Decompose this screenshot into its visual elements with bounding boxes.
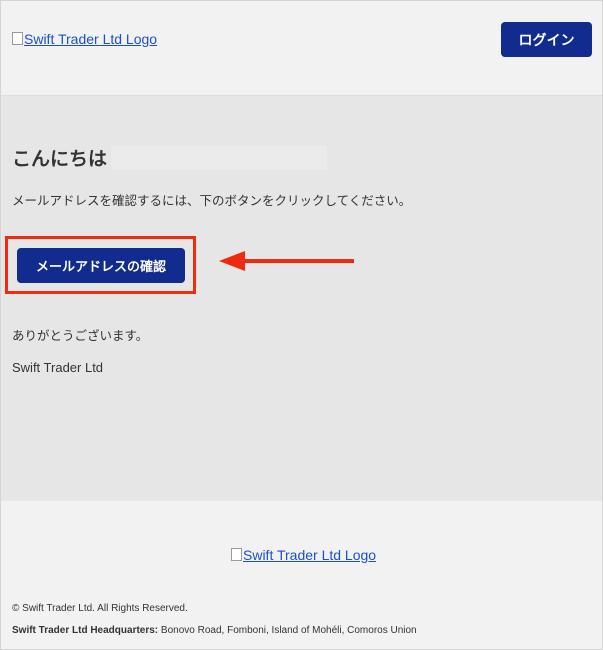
- confirm-email-button[interactable]: メールアドレスの確認: [17, 248, 185, 283]
- broken-image-icon: [12, 31, 23, 45]
- thanks-text: ありがとうございます。: [12, 328, 149, 343]
- headquarters-label: Swift Trader Ltd Headquarters:: [12, 625, 159, 636]
- email-frame: Swift Trader Ltd Logo ログイン こんにちは メールアドレス…: [0, 0, 603, 650]
- broken-image-icon: [231, 547, 242, 561]
- redacted-username: [111, 145, 328, 170]
- footer-logo-link[interactable]: Swift Trader Ltd Logo: [231, 547, 376, 563]
- login-button[interactable]: ログイン: [501, 22, 592, 57]
- left-arrow-icon: [219, 251, 354, 271]
- copyright-text: © Swift Trader Ltd. All Rights Reserved.: [12, 603, 188, 614]
- instruction-text: メールアドレスを確認するには、下のボタンをクリックしてください。: [12, 193, 412, 208]
- greeting-heading: こんにちは: [12, 144, 328, 171]
- headquarters-text: Swift Trader Ltd Headquarters: Bonovo Ro…: [12, 625, 417, 636]
- greeting-text: こんにちは: [12, 148, 108, 170]
- footer-logo-alt: Swift Trader Ltd Logo: [243, 547, 377, 563]
- email-body: こんにちは メールアドレスを確認するには、下のボタンをクリックしてください。 メ…: [1, 96, 602, 501]
- header-logo-alt: Swift Trader Ltd Logo: [24, 31, 158, 47]
- email-footer: Swift Trader Ltd Logo © Swift Trader Ltd…: [1, 501, 602, 649]
- email-header: Swift Trader Ltd Logo ログイン: [1, 1, 602, 96]
- headquarters-address: Bonovo Road, Fomboni, Island of Mohéli, …: [160, 625, 417, 636]
- sender-name: Swift Trader Ltd: [12, 360, 104, 375]
- header-logo-link[interactable]: Swift Trader Ltd Logo: [12, 31, 157, 47]
